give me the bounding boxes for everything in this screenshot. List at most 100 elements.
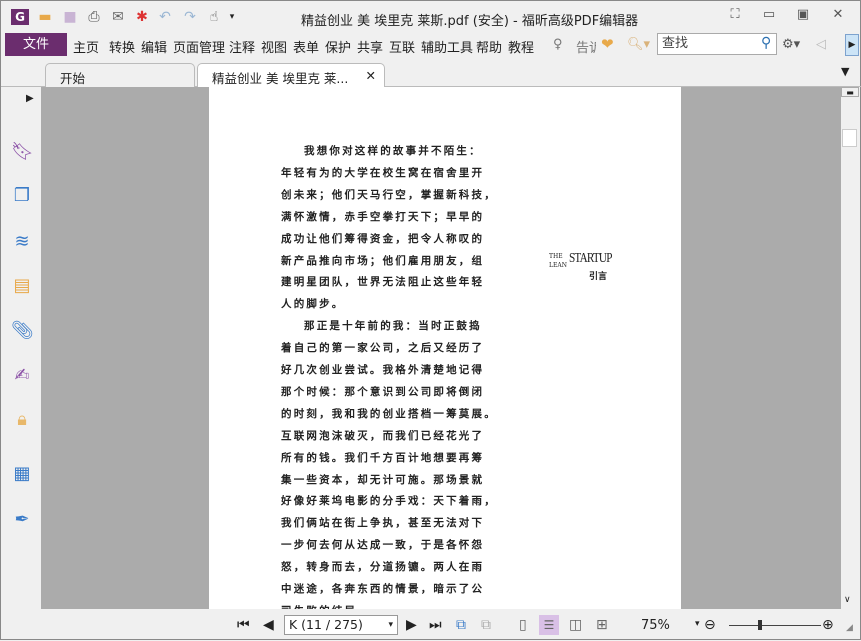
zoom-slider-handle[interactable]: [758, 620, 762, 630]
print-icon[interactable]: ⎙: [85, 9, 103, 25]
text-line: 我想你对这样的故事并不陌生：: [304, 145, 482, 157]
scrollbar-thumb[interactable]: [842, 129, 857, 147]
certificate-pen-icon[interactable]: ✒: [11, 509, 33, 531]
status-bar: ⏮ ◀ K (11 / 275) ▾ ▶ ⏭ ⧉ ⧉ ▯ ☰ ◫ ⊞ 75% ▾ …: [1, 609, 861, 641]
tab-document[interactable]: 精益创业 美 埃里克 莱... ✕: [197, 63, 385, 87]
menu-form[interactable]: 表单: [293, 37, 319, 56]
comments-icon[interactable]: ▤: [11, 275, 33, 297]
zoom-dropdown-icon[interactable]: ▾: [695, 619, 700, 629]
text-line: 成功让他们筹得资金，把令人称叹的: [281, 232, 485, 245]
security-lock-icon[interactable]: 🔒︎: [11, 409, 33, 431]
menu-protect[interactable]: 保护: [325, 37, 351, 56]
fullscreen-icon[interactable]: ⛶: [723, 7, 747, 27]
text-line: 我们俩站在街上争执，甚至无法对下: [281, 517, 485, 530]
previous-view-icon[interactable]: ⧉: [456, 617, 466, 633]
layers-icon[interactable]: ≋: [11, 231, 33, 253]
text-line: 人的脚步。: [281, 298, 345, 311]
next-page-icon[interactable]: ▶: [406, 617, 417, 633]
text-line: 的时刻，我和我的创业搭档一筹莫展。: [281, 407, 497, 420]
single-page-icon[interactable]: ▯: [519, 617, 527, 633]
menu-view[interactable]: 视图: [261, 37, 287, 56]
navigation-panel: ▶ 🔖︎ ❐ ≋ ▤ 📎︎ ✍ 🔒︎ ▦ ✒: [1, 87, 41, 609]
scroll-down-icon[interactable]: ∨: [844, 595, 851, 605]
text-line: 集一些资本，却无计可施。那场景就: [281, 473, 485, 486]
menu-comment[interactable]: 注释: [229, 37, 255, 56]
bookmark-icon[interactable]: 🔖︎: [11, 141, 34, 163]
previous-page-icon[interactable]: ◀: [263, 617, 274, 633]
search-icon[interactable]: ⚲: [761, 35, 771, 51]
menu-file[interactable]: 文件: [5, 33, 67, 56]
logo-the: THE: [549, 253, 563, 260]
text-line: 中迷途，各奔东西的情景，暗示了公: [281, 583, 485, 595]
scroll-up-icon[interactable]: ▬: [841, 87, 859, 97]
facing-pages-icon[interactable]: ◫: [569, 617, 582, 633]
menu-help[interactable]: 帮助: [476, 37, 502, 56]
logo-lean: LEAN: [549, 262, 567, 269]
text-line: 创未来；他们天马行空，掌握新科技，: [281, 188, 497, 201]
redo-icon[interactable]: ↷: [181, 9, 199, 25]
tab-list-dropdown-icon[interactable]: ▼: [841, 65, 849, 78]
text-line: 怒，转身而去，分道扬镳。两人在雨: [281, 561, 485, 574]
folder-search-icon[interactable]: 🔍︎▾: [627, 37, 650, 52]
close-tab-icon[interactable]: ✕: [366, 68, 376, 83]
signature-icon[interactable]: ✍: [11, 365, 33, 387]
page-number-input[interactable]: K (11 / 275) ▾: [284, 615, 398, 635]
form-fields-icon[interactable]: ▦: [11, 463, 33, 485]
last-page-icon[interactable]: ⏭: [429, 617, 442, 633]
menu-convert[interactable]: 转换: [109, 37, 135, 56]
tell-me-input[interactable]: 告诉: [576, 37, 596, 56]
first-page-icon[interactable]: ⏮: [237, 617, 250, 633]
menu-home[interactable]: 主页: [73, 37, 99, 56]
settings-gear-icon[interactable]: ⚙▾: [782, 37, 800, 52]
text-line: 建明星团队，世界无法阻止这些年轻: [281, 276, 485, 289]
vertical-scrollbar[interactable]: ▬ ∨: [841, 87, 860, 609]
email-icon[interactable]: ✉: [109, 9, 127, 25]
expand-panel-icon[interactable]: ▶: [26, 93, 34, 104]
lightbulb-icon: ♀: [553, 37, 563, 52]
text-line: 年轻有为的大学在校生窝在宿舍里开: [281, 166, 485, 179]
text-line: 一步何去何从达成一致，于是各怀怨: [281, 539, 485, 552]
text-line: 互联网泡沫破灭，而我们已经花光了: [281, 429, 485, 442]
resize-grip-icon: ◢: [846, 623, 853, 633]
scroll-left-icon[interactable]: ◁: [816, 37, 826, 52]
continuous-page-icon[interactable]: ☰: [539, 615, 559, 635]
tab-start[interactable]: 开始: [45, 63, 195, 87]
pages-thumbnail-icon[interactable]: ❐: [11, 185, 33, 207]
menu-connect[interactable]: 互联: [389, 37, 415, 56]
new-document-icon[interactable]: ✱: [133, 9, 151, 25]
heart-icon[interactable]: ❤: [601, 35, 614, 53]
scroll-right-button[interactable]: ▶: [845, 34, 859, 56]
close-window-button[interactable]: ✕: [826, 7, 850, 27]
menu-page-management[interactable]: 页面管理: [173, 37, 225, 56]
text-line: 着自己的第一家公司，之后又经历了: [281, 342, 485, 355]
menu-tutorial[interactable]: 教程: [508, 37, 534, 56]
menu-accessibility[interactable]: 辅助工具: [421, 37, 473, 56]
continuous-facing-icon[interactable]: ⊞: [596, 617, 608, 633]
title-bar: G ▬ ■ ⎙ ✉ ✱ ↶ ↷ ☝ ▾ 精益创业 美 埃里克 莱斯.pdf (安…: [1, 1, 861, 33]
hand-tool-icon[interactable]: ☝: [205, 9, 223, 25]
zoom-out-icon[interactable]: ⊖: [704, 617, 716, 633]
menu-share[interactable]: 共享: [357, 37, 383, 56]
zoom-slider[interactable]: [729, 625, 821, 626]
attachment-icon[interactable]: 📎︎: [11, 320, 34, 342]
menu-edit[interactable]: 编辑: [141, 37, 167, 56]
window-title: 精益创业 美 埃里克 莱斯.pdf (安全) - 福昕高级PDF编辑器: [301, 14, 639, 29]
save-icon[interactable]: ■: [61, 9, 79, 25]
app-logo-icon: G: [11, 9, 29, 25]
text-line: 所有的钱。我们千方百计地想要再筹: [281, 451, 485, 464]
next-view-icon[interactable]: ⧉: [481, 617, 491, 633]
minimize-button[interactable]: ▭: [757, 7, 781, 27]
zoom-in-icon[interactable]: ⊕: [822, 617, 834, 633]
pdf-page: THE LEAN STARTUP 引言 我想你对这样的故事并不陌生： 年轻有为的大…: [209, 87, 681, 609]
search-input[interactable]: 查找: [657, 33, 777, 55]
undo-icon[interactable]: ↶: [156, 9, 174, 25]
open-folder-icon[interactable]: ▬: [36, 9, 54, 25]
maximize-button[interactable]: ▣: [791, 7, 815, 27]
zoom-level[interactable]: 75%: [641, 618, 670, 633]
document-viewer[interactable]: THE LEAN STARTUP 引言 我想你对这样的故事并不陌生： 年轻有为的大…: [41, 87, 841, 609]
tab-label: 精益创业 美 埃里克 莱...: [212, 71, 349, 86]
logo-startup: STARTUP: [569, 251, 612, 266]
page-number: K (11 / 275): [289, 617, 363, 632]
text-line: 好像好莱坞电影的分手戏：天下着雨，: [281, 495, 497, 508]
customize-toolbar-icon[interactable]: ▾: [223, 9, 241, 25]
